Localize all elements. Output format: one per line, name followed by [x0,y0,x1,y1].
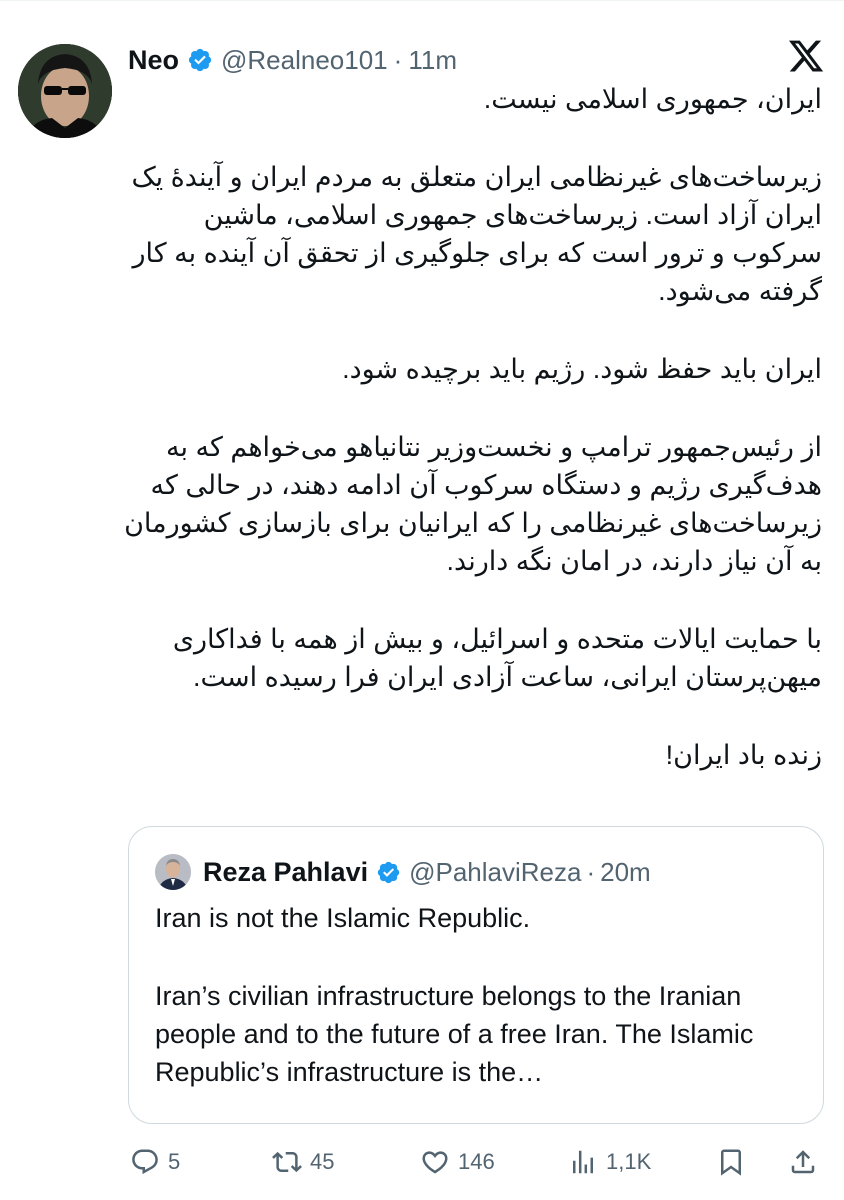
quoted-timestamp[interactable]: 20m [600,857,651,888]
verified-badge-icon [376,860,401,885]
quoted-author-avatar[interactable] [155,854,191,890]
time-separator: · [393,44,403,75]
views-icon [573,1150,593,1174]
author-name[interactable]: Neo [128,45,179,76]
tweet: Neo @Realneo101 · 11m ایران، جمهوری اسلا… [0,0,844,1200]
quoted-tweet[interactable]: Reza Pahlavi @PahlaviReza · 20m Iran is … [128,826,824,1124]
quoted-author-handle[interactable]: @PahlaviReza [409,857,581,888]
tweet-paragraph: ایران باید حفظ شود. رژیم باید برچیده شود… [342,354,822,384]
view-count: 1,1K [606,1149,652,1174]
share-icon [791,1150,815,1174]
like-button[interactable]: 146 [420,1140,495,1184]
reply-count: 5 [168,1149,181,1174]
quoted-paragraph: Iran is not the Islamic Republic. [155,903,531,933]
like-count: 146 [458,1149,495,1174]
tweet-paragraph: با حمایت ایالات متحده و اسرائیل، و بیش ا… [172,624,822,692]
like-icon [422,1151,448,1174]
quoted-tweet-header: Reza Pahlavi @PahlaviReza · 20m [155,854,651,890]
time-separator: · [586,856,596,887]
divider [0,0,844,1]
verified-badge-icon [187,47,213,73]
repost-icon [272,1151,302,1173]
bookmark-button[interactable] [716,1140,746,1184]
share-button[interactable] [788,1140,818,1184]
quoted-author-name[interactable]: Reza Pahlavi [203,857,368,888]
tweet-paragraph: زیرساخت‌های غیرنظامی ایران متعلق به مردم… [131,162,822,306]
repost-count: 45 [310,1149,335,1174]
quoted-paragraph: Iran’s civilian infrastructure belongs t… [155,981,754,1087]
quoted-tweet-text: Iran is not the Islamic Republic. Iran’s… [155,899,805,1091]
x-logo-icon [787,37,825,75]
tweet-paragraph: ایران، جمهوری اسلامی نیست. [483,84,822,114]
tweet-paragraph: از رئیس‌جمهور ترامپ و نخست‌وزیر نتانیاهو… [124,432,822,576]
repost-button[interactable]: 45 [272,1140,334,1184]
bookmark-icon [721,1149,741,1176]
tweet-paragraph: زنده باد ایران! [665,740,822,770]
reply-icon [132,1149,158,1175]
timestamp[interactable]: 11m [408,45,457,76]
tweet-text: ایران، جمهوری اسلامی نیست. زیرساخت‌های غ… [122,80,822,774]
author-avatar[interactable] [18,44,112,138]
author-handle[interactable]: @Realneo101 [221,45,388,76]
tweet-header: Neo @Realneo101 · 11m [128,42,457,78]
reply-button[interactable]: 5 [130,1140,180,1184]
action-bar: 5 45 146 1,1K [0,1140,844,1184]
views-button[interactable]: 1,1K [568,1140,651,1184]
